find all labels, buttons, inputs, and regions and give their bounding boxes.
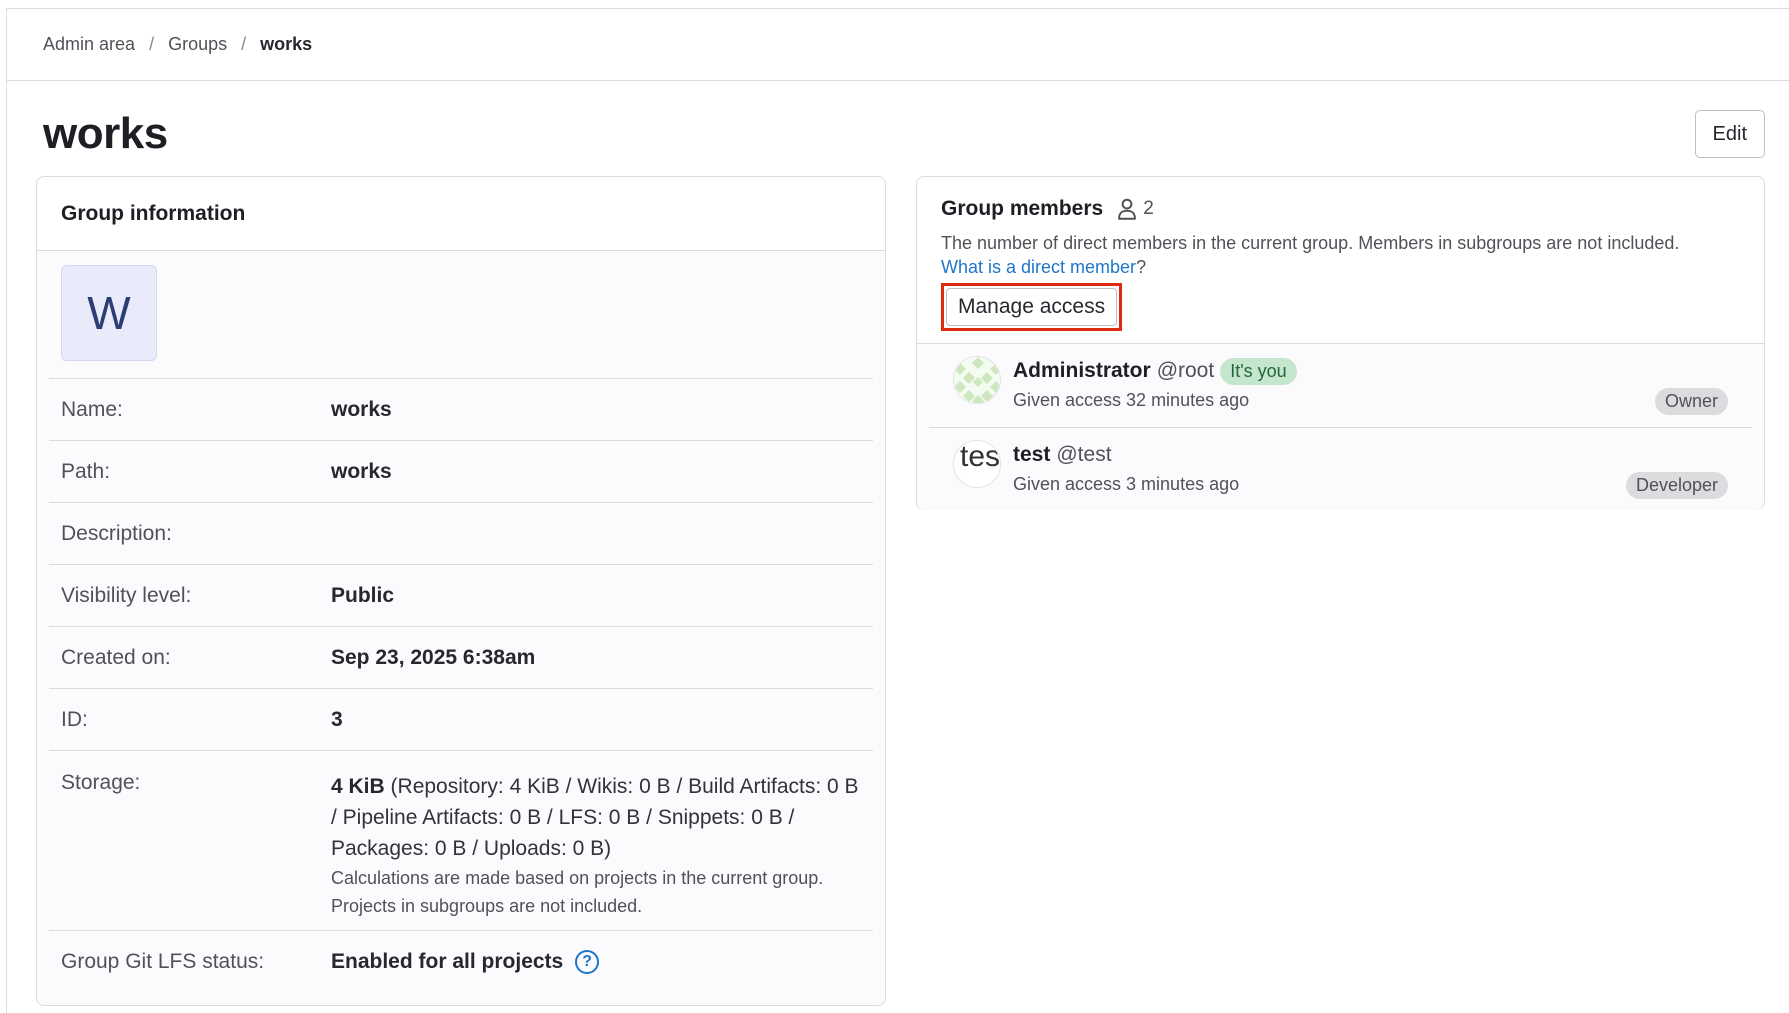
storage-note: Calculations are made based on projects … <box>331 868 824 916</box>
member-handle: @root <box>1156 359 1215 382</box>
info-label: Path: <box>61 459 111 483</box>
info-label: Description: <box>61 521 172 545</box>
member-access-time: Given access 3 minutes ago <box>1013 474 1240 494</box>
list-item: test test @test Given access 3 minutes a… <box>929 428 1752 510</box>
member-access-time: Given access 32 minutes ago <box>1013 390 1250 410</box>
info-row-id: ID: 3 <box>49 689 873 751</box>
avatar[interactable]: test <box>953 440 1001 488</box>
members-title: Group members <box>941 197 1104 220</box>
breadcrumb-separator: / <box>241 34 247 54</box>
member-name-line: Administrator @root It's you <box>1013 356 1297 386</box>
info-value: works <box>331 397 392 421</box>
members-header: Group members 2 The number of direct mem… <box>917 177 1764 331</box>
list-item: Administrator @root It's you Given acces… <box>929 344 1752 428</box>
info-row-name: Name: works <box>49 379 873 441</box>
members-description-text: The number of direct members in the curr… <box>941 233 1680 253</box>
members-list: Administrator @root It's you Given acces… <box>917 343 1764 510</box>
user-icon <box>1118 198 1137 220</box>
info-label: Group Git LFS status: <box>61 950 265 973</box>
avatar[interactable] <box>953 356 1001 404</box>
page-header: works Edit <box>43 109 1765 159</box>
info-label: Storage: <box>61 771 141 794</box>
storage-total: 4 KiB <box>331 775 385 798</box>
info-row-created: Created on: Sep 23, 2025 6:38am <box>49 627 873 689</box>
info-label: Created on: <box>61 645 171 669</box>
info-label: Name: <box>61 397 123 421</box>
members-title-line: Group members 2 <box>941 197 1740 221</box>
identicon-avatar <box>954 357 1000 403</box>
group-information-heading: Group information <box>37 177 885 251</box>
question-circle-icon[interactable]: ? <box>575 950 600 975</box>
storage-breakdown: (Repository: 4 KiB / Wikis: 0 B / Build … <box>331 775 859 860</box>
lfs-status: Enabled for all projects <box>331 949 564 973</box>
link-suffix: ? <box>1136 257 1147 277</box>
edit-button[interactable]: Edit <box>1694 110 1765 158</box>
manage-access-button[interactable]: Manage access <box>946 288 1118 326</box>
member-count: 2 <box>1143 198 1154 219</box>
page-title: works <box>43 109 168 158</box>
group-members-card: Group members 2 The number of direct mem… <box>916 176 1765 510</box>
member-handle: @test <box>1056 443 1112 466</box>
info-row-storage: Storage: 4 KiB (Repository: 4 KiB / Wiki… <box>49 751 873 931</box>
info-label: Visibility level: <box>61 583 192 607</box>
group-avatar: W <box>61 265 157 361</box>
member-name[interactable]: test <box>1013 443 1050 467</box>
its-you-badge: It's you <box>1220 357 1297 385</box>
info-value: Enabled for all projects ? <box>331 949 600 975</box>
info-row-description: Description: <box>49 503 873 565</box>
group-avatar-row: W <box>49 251 873 379</box>
broken-image-alt: test <box>960 440 1001 473</box>
manage-access-highlight: Manage access <box>941 283 1123 331</box>
direct-member-help-link[interactable]: What is a direct member <box>941 257 1136 277</box>
storage-value: 4 KiB (Repository: 4 KiB / Wikis: 0 B / … <box>331 771 861 920</box>
breadcrumb-separator: / <box>149 34 155 54</box>
info-label: ID: <box>61 707 88 731</box>
info-value: 3 <box>331 707 343 731</box>
group-information-card: Group information W Name: works Path: wo… <box>36 176 886 1006</box>
breadcrumb: Admin area / Groups / works <box>7 9 1789 81</box>
info-row-lfs: Group Git LFS status: Enabled for all pr… <box>49 931 873 993</box>
info-row-path: Path: works <box>49 441 873 503</box>
member-name-line: test @test <box>1013 440 1239 470</box>
member-info: Administrator @root It's you Given acces… <box>1013 356 1297 411</box>
breadcrumb-admin-area[interactable]: Admin area <box>43 34 135 55</box>
members-description: The number of direct members in the curr… <box>941 231 1740 279</box>
info-value: works <box>331 459 392 483</box>
role-badge: Developer <box>1625 472 1728 499</box>
member-name[interactable]: Administrator <box>1013 359 1151 383</box>
info-value: Sep 23, 2025 6:38am <box>331 645 536 669</box>
info-row-visibility: Visibility level: Public <box>49 565 873 627</box>
breadcrumb-groups[interactable]: Groups <box>168 34 227 55</box>
member-info: test @test Given access 3 minutes ago <box>1013 440 1239 495</box>
breadcrumb-current[interactable]: works <box>260 34 312 55</box>
info-value: Public <box>331 583 395 607</box>
role-badge: Owner <box>1654 388 1728 415</box>
